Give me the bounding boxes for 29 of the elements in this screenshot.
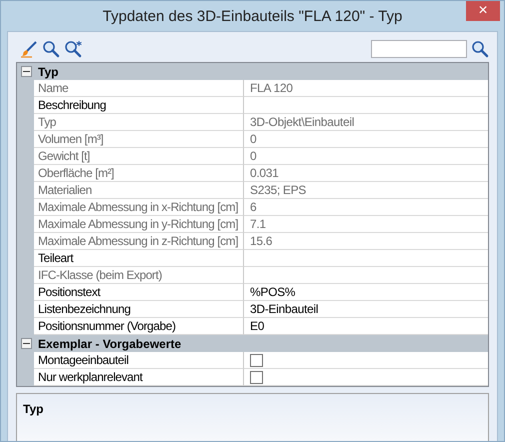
minus-icon (23, 340, 30, 347)
checkbox[interactable] (250, 354, 263, 366)
close-button[interactable]: × (466, 1, 500, 21)
property-value: 6 (250, 199, 256, 215)
category-title: Typ (38, 64, 58, 78)
property-value: 7.1 (250, 216, 266, 232)
search-icon[interactable] (42, 40, 60, 58)
brush-icon[interactable] (20, 40, 38, 58)
property-value: 3D-Objekt\Einbauteil (250, 114, 354, 130)
checkbox[interactable] (250, 370, 263, 384)
property-value: 0 (250, 131, 256, 147)
property-value: E0 (250, 318, 264, 334)
property-value: 3D-Einbauteil (250, 301, 318, 317)
category-title: Exemplar - Vorgabewerte (38, 336, 182, 350)
collapse-toggle[interactable] (21, 66, 32, 77)
property-value: S235; EPS (250, 182, 306, 198)
search-icon[interactable] (471, 40, 489, 58)
window-title: Typdaten des 3D-Einbauteils "FLA 120" - Typ (102, 8, 402, 24)
property-value: 0 (250, 148, 256, 164)
property-label: Nur werkplanrelevant (34, 369, 244, 386)
property-value: 15.6 (250, 233, 272, 249)
minus-icon (23, 68, 30, 75)
search-field[interactable] (371, 40, 467, 58)
property-value: %POS% (250, 284, 296, 300)
collapse-toggle[interactable] (21, 338, 32, 349)
description-title: Typ (23, 402, 44, 416)
property-value: FLA 120 (250, 80, 293, 96)
search-star-icon[interactable] (64, 40, 82, 58)
property-value: 0.031 (250, 165, 279, 181)
